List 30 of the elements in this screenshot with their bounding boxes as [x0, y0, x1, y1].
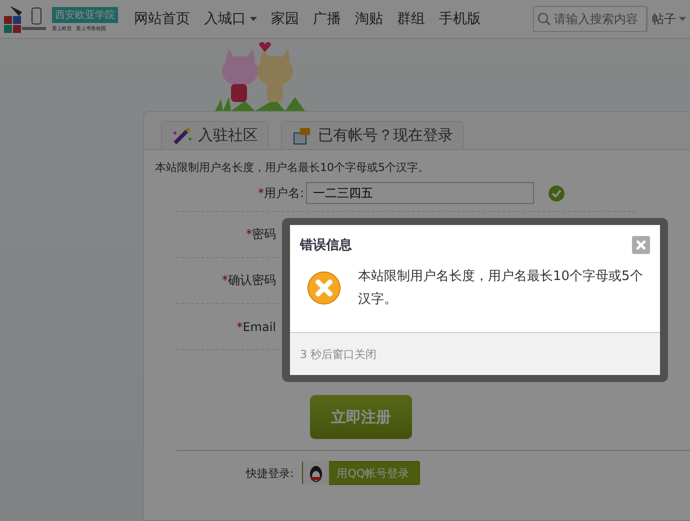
- field-label: *Email: [236, 320, 277, 334]
- dialog-title: 错误信息: [300, 237, 352, 254]
- search-field[interactable]: 请输入搜索内容: [533, 6, 647, 32]
- penguin-icon: [302, 461, 329, 485]
- nav-link[interactable]: 家园: [264, 10, 306, 28]
- field-label: *密码: [245, 226, 277, 243]
- nav-link[interactable]: 广播: [306, 10, 348, 28]
- nav-link[interactable]: 入城口: [197, 10, 264, 28]
- nav-link[interactable]: 网站首页: [127, 10, 197, 28]
- search-scope-dropdown[interactable]: 帖子: [647, 7, 690, 31]
- dialog-countdown: 3 秒后窗口关闭: [290, 332, 660, 375]
- close-icon: [636, 240, 646, 250]
- tab[interactable]: 已有帐号？现在登录: [281, 121, 464, 149]
- close-button[interactable]: [632, 236, 650, 254]
- tab[interactable]: 入驻社区: [161, 121, 269, 149]
- message-icon: [292, 126, 312, 144]
- field-label: *用户名:: [256, 184, 305, 202]
- username-field[interactable]: 一二三四五: [306, 182, 534, 204]
- caret-icon: [679, 17, 686, 21]
- error-message: 本站限制用户名长度，用户名最长10个字母或5个汉字。: [358, 268, 644, 309]
- nav-link[interactable]: 群组: [390, 10, 432, 28]
- wand-icon: [172, 126, 192, 144]
- nav-link[interactable]: 手机版: [432, 10, 488, 28]
- notice-text: 本站限制用户名长度，用户名最长10个字母或5个汉字。: [154, 160, 430, 175]
- nav-link[interactable]: 淘贴: [348, 10, 390, 28]
- field-label: *确认密码: [221, 272, 277, 289]
- search-icon: [537, 12, 551, 26]
- logo-title: 西安欧亚学院: [52, 6, 118, 22]
- quick-login-label: 快捷登录:: [246, 466, 294, 480]
- error-icon: [307, 271, 341, 305]
